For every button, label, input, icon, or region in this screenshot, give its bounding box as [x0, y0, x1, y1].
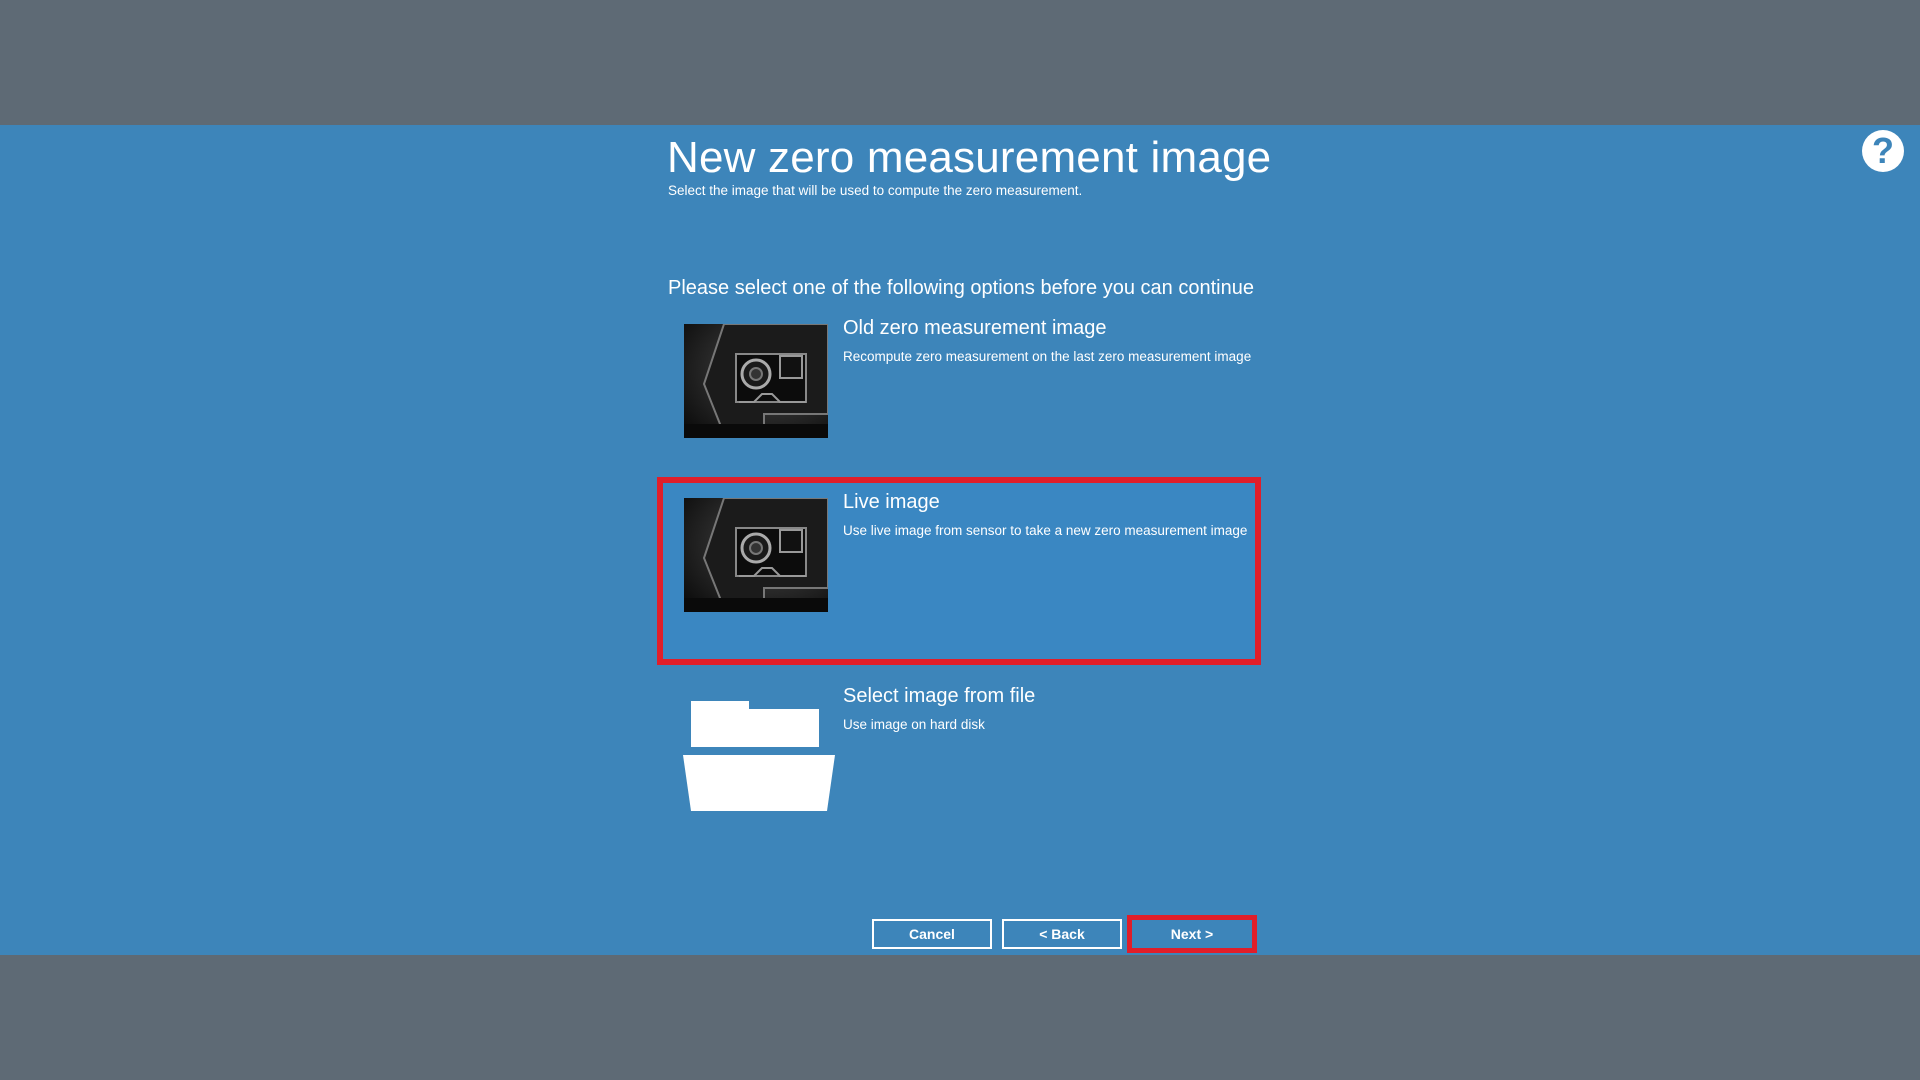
sensor-image-thumbnail	[684, 498, 828, 612]
option-description: Recompute zero measurement on the last z…	[843, 349, 1252, 364]
option-title: Live image	[843, 491, 940, 513]
wizard-dialog: ? New zero measurement image Select the …	[0, 125, 1920, 955]
page-subtitle: Select the image that will be used to co…	[668, 183, 1083, 198]
option-description: Use image on hard disk	[843, 717, 985, 732]
folder-icon	[679, 701, 839, 811]
next-button-highlight: Next >	[1127, 915, 1257, 953]
option-select-from-file[interactable]: Select image from file Use image on hard…	[663, 671, 1255, 841]
cancel-button[interactable]: Cancel	[872, 919, 992, 949]
option-old-zero-image[interactable]: Old zero measurement image Recompute zer…	[663, 303, 1255, 473]
selection-prompt: Please select one of the following optio…	[668, 277, 1254, 299]
option-title: Old zero measurement image	[843, 317, 1107, 339]
back-button[interactable]: < Back	[1002, 919, 1122, 949]
page-title: New zero measurement image	[667, 133, 1272, 182]
option-description: Use live image from sensor to take a new…	[843, 523, 1248, 538]
help-icon[interactable]: ?	[1862, 130, 1904, 172]
option-title: Select image from file	[843, 685, 1036, 707]
sensor-image-thumbnail	[684, 324, 828, 438]
backdrop-top	[0, 0, 1920, 125]
backdrop-bottom	[0, 955, 1920, 1080]
next-button[interactable]: Next >	[1135, 922, 1249, 946]
option-live-image[interactable]: Live image Use live image from sensor to…	[657, 477, 1261, 665]
